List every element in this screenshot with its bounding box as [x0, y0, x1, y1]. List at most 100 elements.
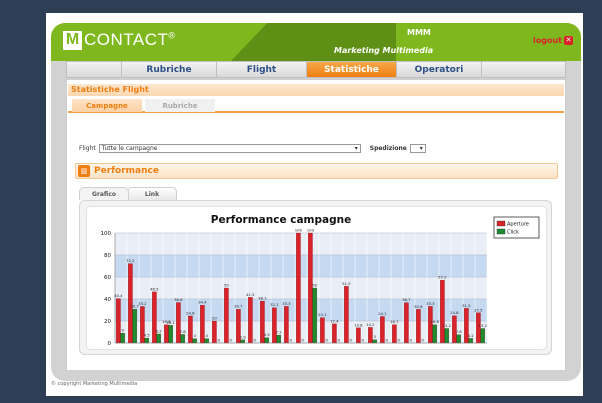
chart-band	[115, 233, 487, 255]
spedizione-select[interactable]: ▾	[409, 144, 426, 153]
bar-aperture	[428, 306, 433, 344]
data-label-aperture: 50	[224, 283, 229, 288]
spedizione-label: Spedizione	[369, 145, 407, 152]
nav-item-statistiche[interactable]: Statistiche	[307, 62, 397, 77]
bar-aperture	[404, 302, 409, 344]
chart-panel: Performance campagne Aperture Click 0 20 4…	[86, 206, 547, 350]
bar-aperture	[248, 297, 253, 344]
bar-aperture	[416, 309, 421, 344]
bar-click	[264, 337, 269, 344]
bar-aperture	[212, 320, 217, 344]
chart-band	[115, 255, 487, 277]
chart-container: Performance campagne Aperture Click 0 20 4…	[79, 200, 552, 355]
y-tick-label: 100	[101, 231, 112, 237]
logo-text: CONTACT	[84, 30, 169, 49]
nav-spacer-left	[67, 62, 122, 77]
bar-aperture	[116, 298, 121, 344]
data-label-click: 13.2	[442, 323, 451, 328]
bar-aperture	[200, 305, 205, 344]
data-label-aperture: 17.4	[330, 318, 339, 323]
performance-header: ▥ Performance	[75, 163, 558, 179]
data-label-aperture: 100	[295, 228, 303, 233]
y-tick-label: 80	[104, 253, 111, 259]
tab-grafico[interactable]: Grafico	[79, 187, 129, 200]
data-label-aperture: 14.2	[366, 322, 375, 327]
brand-short: MMM	[407, 28, 431, 37]
bar-aperture	[272, 307, 277, 344]
y-tick-label: 60	[104, 275, 111, 281]
nav-item-flight[interactable]: Flight	[217, 62, 307, 77]
bar-aperture	[356, 327, 361, 344]
legend-label-aperture: Aperture	[507, 222, 529, 228]
legend-label-click: Click	[507, 230, 519, 236]
subtab-bar: Campagne Rubriche	[68, 99, 564, 113]
logo-registered: ®	[168, 30, 176, 41]
nav-item-rubriche[interactable]: Rubriche	[122, 62, 217, 77]
brand-name: Marketing Multimedia	[334, 46, 434, 55]
content-panel: Statistiche Flight Campagne Rubriche Fli…	[66, 79, 566, 371]
page-container: M CONTACT® MMM Marketing Multimedia logo…	[46, 13, 583, 396]
filter-row: Flight Tutte le campagne ▾ Spedizione ▾	[79, 144, 426, 153]
data-label-click: 13.2	[478, 323, 487, 328]
legend-swatch-aperture	[496, 220, 506, 227]
bar-aperture	[368, 327, 373, 344]
chevron-down-icon: ▾	[354, 145, 358, 152]
bar-aperture	[164, 324, 169, 344]
copyright-text: © copyright Marketing Multimedia	[51, 381, 138, 387]
tab-link[interactable]: Link	[127, 187, 177, 200]
bar-click	[156, 333, 161, 344]
bar-click	[240, 339, 245, 344]
data-label-aperture: 33.2	[138, 301, 147, 306]
data-label-aperture: 32.1	[270, 302, 279, 307]
chart-title: Performance campagne	[211, 214, 351, 226]
data-label-click: 7.2	[276, 330, 283, 335]
bar-click	[372, 339, 377, 344]
bar-click	[180, 334, 185, 344]
main-nav: Rubriche Flight Statistiche Operatori	[66, 61, 566, 78]
bar-aperture	[320, 317, 325, 344]
data-label-aperture: 36.7	[402, 297, 411, 302]
bar-aperture	[344, 286, 349, 344]
tab-rubriche[interactable]: Rubriche	[145, 99, 215, 112]
logout-link[interactable]: logout ✕	[533, 36, 573, 45]
bar-click	[132, 309, 137, 344]
y-tick-label: 0	[108, 341, 112, 347]
data-label-click: 2.9	[240, 334, 247, 339]
data-label-aperture: 36.8	[174, 297, 183, 302]
bar-click	[204, 338, 209, 344]
flight-select[interactable]: Tutte le campagne ▾	[98, 144, 361, 153]
data-label-aperture: 40.4	[114, 293, 123, 298]
data-label-aperture: 33.3	[282, 301, 291, 306]
nav-spacer-right	[482, 62, 565, 77]
data-label-click: 16.6	[430, 319, 439, 324]
chevron-down-icon: ▾	[419, 145, 423, 152]
bar-aperture	[380, 316, 385, 344]
logo-letter: M	[63, 30, 82, 50]
tab-campagne[interactable]: Campagne	[72, 99, 142, 112]
bar-click	[432, 324, 437, 344]
close-icon: ✕	[564, 36, 573, 45]
data-label-click: 4.5	[144, 333, 151, 338]
bar-aperture	[176, 302, 181, 344]
data-label-aperture: 30.7	[234, 304, 243, 309]
header-bar: M CONTACT® MMM Marketing Multimedia logo…	[51, 23, 581, 61]
chart-band	[115, 277, 487, 299]
bar-click	[456, 334, 461, 344]
bar-aperture	[152, 291, 157, 344]
bar-aperture	[332, 323, 337, 344]
data-label-aperture: 34.4	[198, 300, 207, 305]
nav-item-operatori[interactable]: Operatori	[397, 62, 482, 77]
header-band	[231, 23, 396, 61]
data-label-aperture: 46.5	[150, 286, 159, 291]
bar-click	[144, 337, 149, 344]
data-label-aperture: 38.1	[258, 296, 267, 301]
bar-click	[444, 328, 449, 344]
chart-icon: ▥	[78, 165, 90, 177]
data-label-click: 16.1	[166, 320, 175, 325]
flight-select-value: Tutte le campagne	[101, 145, 158, 152]
data-label-aperture: 24.1	[378, 311, 387, 316]
performance-chart: Performance campagne Aperture Click 0 20 4…	[101, 214, 540, 347]
section-title: Statistiche Flight	[68, 84, 564, 96]
bar-click	[468, 338, 473, 344]
data-label-aperture: 33.3	[426, 301, 435, 306]
